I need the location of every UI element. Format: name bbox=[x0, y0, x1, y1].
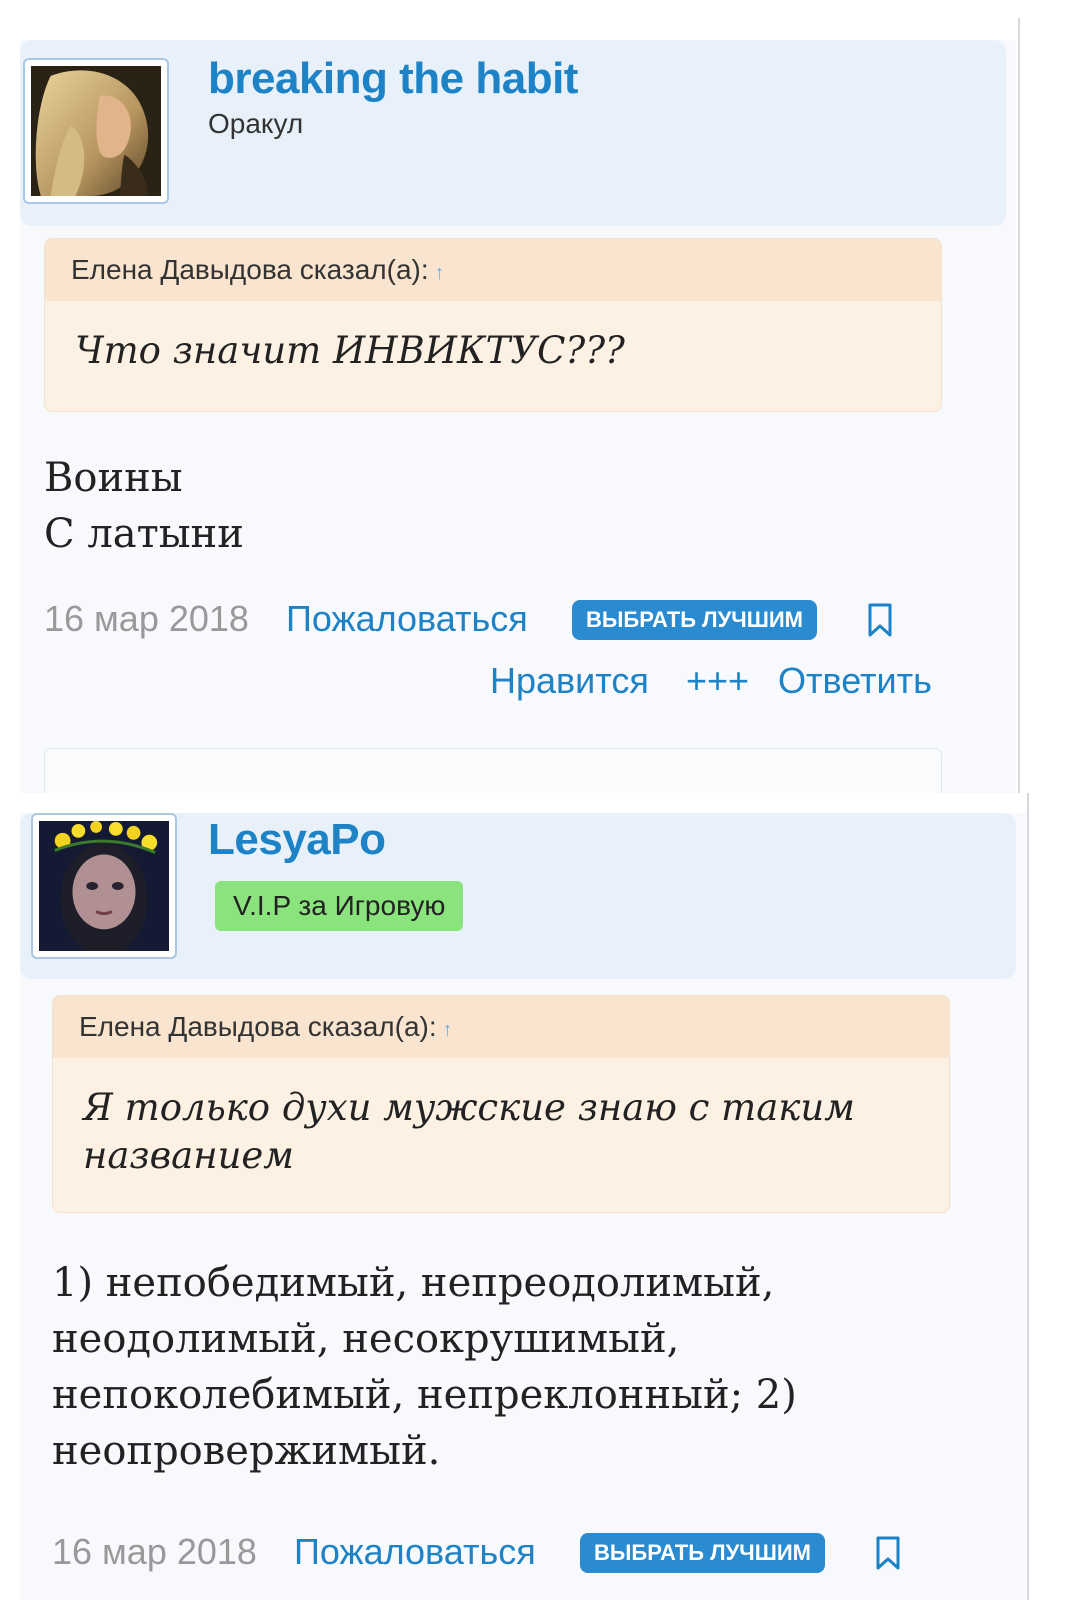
answer-text: Воины С латыни bbox=[44, 450, 904, 562]
forum-post: LesyaPo V.I.P за Игровую Елена Давыдова … bbox=[20, 813, 1026, 1600]
page-border bbox=[1027, 793, 1029, 1600]
post-date: 16 мар 2018 bbox=[44, 598, 249, 639]
answer-line: неопровержимый. bbox=[52, 1428, 441, 1474]
up-arrow-icon[interactable]: ↑ bbox=[435, 262, 445, 284]
answer-line: 1) непобедимый, непреодолимый, bbox=[52, 1260, 775, 1306]
avatar-image bbox=[31, 66, 161, 196]
username[interactable]: breaking the habit bbox=[208, 54, 578, 104]
quote-author: Елена Давыдова сказал(а): bbox=[71, 254, 429, 285]
answer-line: неодолимый, несокрушимый, bbox=[52, 1316, 680, 1362]
reply-button[interactable]: Ответить bbox=[778, 660, 932, 702]
bookmark-icon[interactable] bbox=[866, 602, 894, 638]
complain-link[interactable]: Пожаловаться bbox=[294, 1531, 536, 1573]
post-meta: 16 мар 2018 Пожаловаться ВЫБРАТЬ ЛУЧШИМ bbox=[52, 1531, 992, 1581]
post-screenshot-2: LesyaPo V.I.P за Игровую Елена Давыдова … bbox=[0, 793, 1066, 1600]
quote-block: Елена Давыдова сказал(а): ↑ Я только духи… bbox=[52, 995, 950, 1213]
complain-link[interactable]: Пожаловаться bbox=[286, 598, 528, 640]
post-screenshot-1: breaking the habit Оракул Елена Давыдова… bbox=[0, 0, 1066, 793]
quote-text: Что значит ИНВИКТУС??? bbox=[75, 329, 625, 372]
answer-line: С латыни bbox=[44, 511, 244, 557]
quote-text: Я только духи мужские знаю с таким назва… bbox=[83, 1086, 855, 1177]
quote-header: Елена Давыдова сказал(а): ↑ bbox=[45, 239, 941, 301]
quote-header: Елена Давыдова сказал(а): ↑ bbox=[53, 996, 949, 1058]
post-meta: 16 мар 2018 Пожаловаться ВЫБРАТЬ ЛУЧШИМ bbox=[44, 598, 984, 648]
post-actions: Нравится +++ Ответить bbox=[490, 660, 950, 710]
avatar[interactable] bbox=[31, 813, 177, 959]
plus-button[interactable]: +++ bbox=[686, 660, 749, 702]
page-border bbox=[1018, 18, 1020, 793]
quote-author: Елена Давыдова сказал(а): bbox=[79, 1011, 437, 1042]
avatar-image bbox=[39, 821, 169, 951]
like-button[interactable]: Нравится bbox=[490, 660, 649, 702]
choose-best-button[interactable]: ВЫБРАТЬ ЛУЧШИМ bbox=[572, 600, 817, 640]
next-post-preview bbox=[44, 748, 942, 793]
answer-text: 1) непобедимый, непреодолимый, неодолимы… bbox=[52, 1255, 952, 1479]
choose-best-button[interactable]: ВЫБРАТЬ ЛУЧШИМ bbox=[580, 1533, 825, 1573]
bookmark-icon[interactable] bbox=[874, 1535, 902, 1571]
post-header: breaking the habit Оракул bbox=[20, 40, 1006, 226]
forum-post: breaking the habit Оракул Елена Давыдова… bbox=[20, 40, 1016, 793]
post-header: LesyaPo V.I.P за Игровую bbox=[20, 813, 1016, 979]
post-date: 16 мар 2018 bbox=[52, 1531, 257, 1572]
username[interactable]: LesyaPo bbox=[208, 815, 386, 865]
vip-badge: V.I.P за Игровую bbox=[215, 881, 464, 931]
user-rank: Оракул bbox=[208, 108, 304, 139]
quote-block: Елена Давыдова сказал(а): ↑ Что значит ИН… bbox=[44, 238, 942, 412]
avatar[interactable] bbox=[23, 58, 169, 204]
answer-line: Воины bbox=[44, 455, 183, 501]
answer-line: непоколебимый, непреклонный; 2) bbox=[52, 1372, 797, 1418]
up-arrow-icon[interactable]: ↑ bbox=[443, 1019, 453, 1041]
